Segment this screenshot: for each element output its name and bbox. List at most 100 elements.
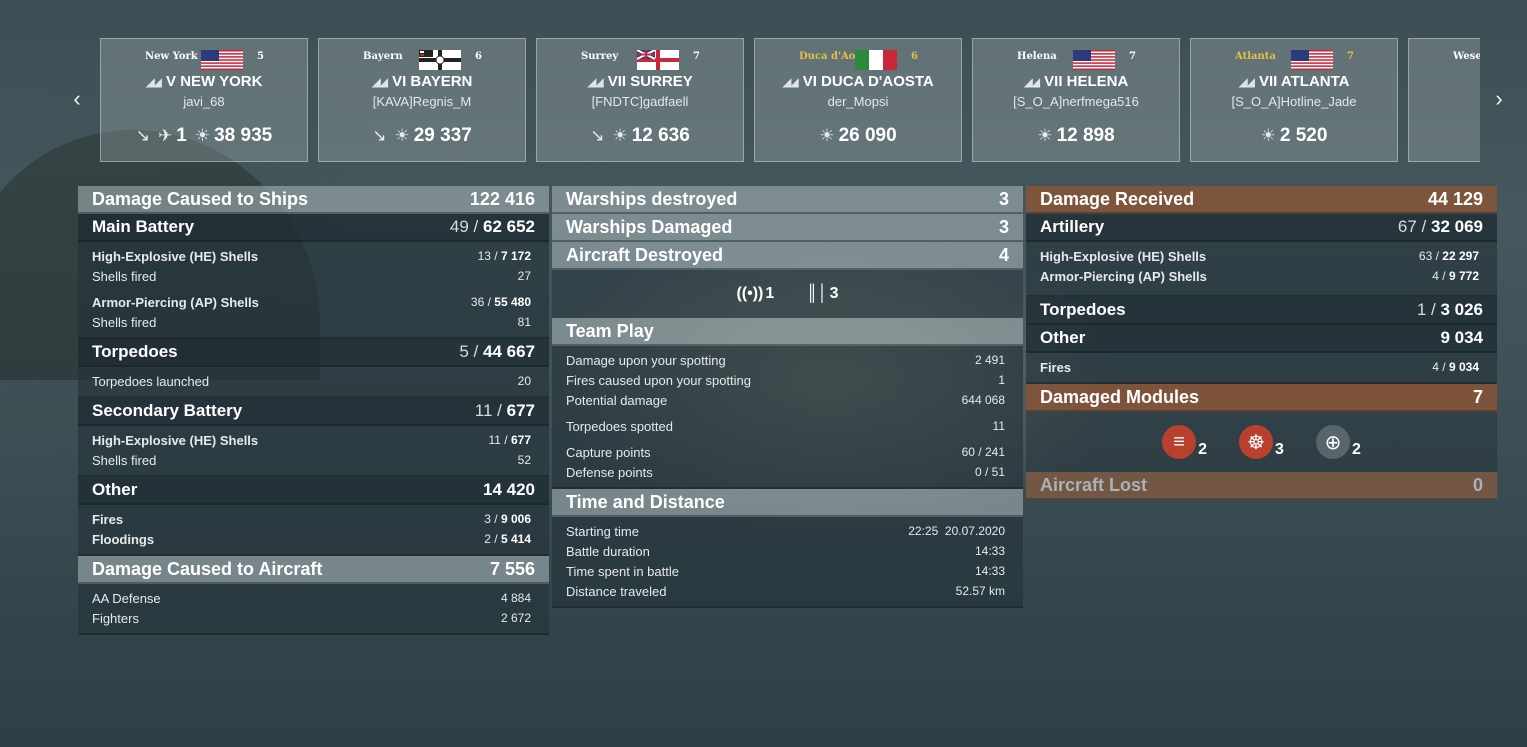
player-name: [S_O_A]nerfmega516 — [1013, 94, 1139, 109]
aa-value: 4 884 — [500, 591, 531, 605]
ship-stat: ☀ 29 337 — [394, 125, 471, 147]
recv-he-value: 22 297 — [1442, 249, 1479, 263]
ship-class-icon: ◢◢ — [145, 75, 163, 89]
capture-points-label: Capture points — [566, 444, 651, 460]
ship-stat: ☀ 26 090 — [819, 125, 896, 147]
torpedoes-section: Torpedoes 5 / 44 667 — [78, 339, 549, 367]
ship-card[interactable]: New York 5 ◢◢ V NEW YORK javi_68 ↘ ✈ 1 ☀ 38 935 — [100, 38, 308, 162]
other-section: Other 14 420 — [78, 477, 549, 505]
aircraft-destroyed-value: 4 — [998, 244, 1009, 265]
other-value: 14 420 — [483, 480, 535, 499]
ship-stats: ☀ 12 898 — [973, 125, 1179, 147]
recv-ap-label: Armor-Piercing (AP) Shells — [1040, 268, 1207, 284]
player-name: [DR- — [1409, 94, 1480, 109]
recv-torpedoes-label: Torpedoes — [1040, 300, 1126, 319]
combat-panel: Warships destroyed 3 Warships Damaged 3 … — [552, 186, 1023, 608]
ship-stat-value: 29 337 — [413, 125, 472, 146]
secondary-hits: 11 — [474, 401, 493, 420]
damage-received-value: 44 129 — [1427, 188, 1483, 209]
ship-stat: ☀ 38 935 — [195, 125, 272, 147]
recv-ap-row: Armor-Piercing (AP) Shells 4 / 9 772 — [1040, 268, 1479, 284]
ship-name: ◢◢ VII SURREY — [587, 73, 693, 90]
floodings-row: Floodings 2 / 5 414 — [92, 531, 531, 547]
ship-stat: ↘ — [372, 126, 386, 146]
targeting-icon: ⊕ — [1315, 425, 1350, 459]
main-battery-hits: 49 — [449, 217, 469, 236]
potential-damage-value: 644 068 — [961, 393, 1005, 407]
ship-short-name: New York — [145, 51, 198, 62]
ship-stat: ☀ 12 636 — [612, 125, 689, 147]
carousel-next-icon[interactable]: › — [1492, 88, 1506, 110]
floodings-hits: 2 — [484, 532, 491, 546]
ship-class-icon: ◢◢ — [587, 75, 604, 89]
ship-name: ◢◢ VI BAYERN — [371, 73, 473, 90]
module-icons-row: ≡ 2 ☸ 3 ⊕ 2 — [1026, 412, 1497, 472]
aircraft-lost-label: Aircraft Lost — [1040, 474, 1148, 495]
ap-label: Armor-Piercing (AP) Shells — [92, 294, 259, 310]
player-name: der_Mopsi — [827, 94, 889, 109]
aircraft-type-1: ((•)) 1 — [736, 285, 774, 303]
ship-card[interactable]: Atlanta 7 ◢◢ VII ATLANTA [S_O_A]Hotline_Jade… — [1190, 38, 1398, 162]
torpedoes-value: 44 667 — [483, 342, 535, 361]
battle-duration-label: Battle duration — [566, 543, 650, 559]
torpedoes-spotted-label: Torpedoes spotted — [566, 418, 673, 434]
ship-card[interactable]: Surrey 7 ◢◢ VII SURREY [FNDTC]gadfaell ↘ ☀ 12 6… — [536, 38, 744, 162]
carousel-prev-icon[interactable]: ‹ — [70, 88, 84, 110]
aircraft-destroyed-label: Aircraft Destroyed — [566, 244, 724, 265]
capture-points-value: 60 / 241 — [961, 445, 1005, 459]
damage-icon: ☀ — [194, 126, 211, 145]
main-battery-label: Main Battery — [92, 217, 195, 236]
ship-tier-number: 7 — [1129, 51, 1136, 62]
ship-stats: ↘ ✈ 1 ☀ 38 935 — [101, 125, 307, 147]
warships-damaged-label: Warships Damaged — [566, 216, 733, 237]
nation-flag-icon — [855, 50, 897, 70]
artillery-rows: High-Explosive (HE) Shells 63 / 22 297 Ar… — [1026, 242, 1497, 297]
secondary-label: Secondary Battery — [92, 401, 243, 420]
steering-gear-module: ☸ 3 — [1239, 425, 1284, 459]
ship-card[interactable]: Bayern 6 ◢◢ VI BAYERN [KAVA]Regnis_M ↘ ☀ 29 337 — [318, 38, 526, 162]
spotting-fires-value: 1 — [998, 373, 1005, 387]
ship-stats: ☀ 26 090 — [755, 125, 961, 147]
team-play-header: Team Play — [552, 318, 1023, 346]
shell-icon: ↘ — [372, 126, 387, 145]
ship-stats: ↘ ☀ 29 337 — [319, 125, 525, 147]
damage-received-header: Damage Received 44 129 — [1026, 186, 1497, 214]
damage-icon: ☀ — [819, 126, 835, 145]
targeting-count: 2 — [1351, 441, 1361, 458]
ship-class-icon: ◢◢ — [1023, 75, 1041, 89]
warships-destroyed-value: 3 — [998, 188, 1009, 209]
nation-flag-icon — [201, 50, 243, 70]
ship-stat-value: 26 090 — [838, 125, 897, 146]
aircraft-lost-header: Aircraft Lost 0 — [1026, 472, 1497, 500]
ship-stats: ↘ ☀ 12 636 — [537, 125, 743, 147]
floodings-value: 5 414 — [500, 532, 531, 546]
aircraft-type-2-value: 3 — [829, 285, 839, 302]
torpedoes-launched-row: Torpedoes launched 20 — [78, 371, 549, 391]
aircraft-type-1-value: 1 — [765, 285, 775, 302]
aircraft-lost-value: 0 — [1472, 474, 1483, 495]
torpedoes-hits: 5 — [459, 342, 469, 361]
time-spent-row: Time spent in battle 14:33 — [552, 561, 1023, 581]
recv-other-label: Other — [1040, 328, 1086, 347]
ship-stat: ☀ 12 898 — [1037, 125, 1114, 147]
damage-aircraft-header: Damage Caused to Aircraft 7 556 — [78, 556, 549, 584]
damage-caused-header: Damage Caused to Ships 122 416 — [78, 186, 549, 214]
ship-card[interactable]: Wese [DR- — [1408, 38, 1480, 162]
ship-card[interactable]: Helena 7 ◢◢ VII HELENA [S_O_A]nerfmega516 ☀ 12… — [972, 38, 1180, 162]
ship-card[interactable]: Duca d'Aosta 6 ◢◢ VI DUCA D'AOSTA der_Mopsi ☀… — [754, 38, 962, 162]
sec-fired-value: 52 — [517, 453, 531, 467]
damage-aircraft-value: 7 556 — [489, 558, 535, 579]
fires-label: Fires — [92, 511, 124, 527]
defense-points-row: Defense points 0 / 51 — [552, 462, 1023, 482]
ship-stat-value: 12 898 — [1056, 125, 1115, 146]
damage-received-panel: Damage Received 44 129 Artillery 67 / 32… — [1026, 186, 1497, 500]
spotting-fires-label: Fires caused upon your spotting — [566, 372, 751, 388]
recv-fires-row: Fires 4 / 9 034 — [1040, 359, 1479, 375]
torpedoes-launched-label: Torpedoes launched — [92, 373, 210, 389]
warships-damaged-value: 3 — [998, 216, 1009, 237]
steering-gear-count: 3 — [1275, 441, 1284, 458]
recv-other-rows: Fires 4 / 9 034 — [1026, 353, 1497, 384]
ship-stat-value: 1 — [176, 125, 187, 146]
nation-flag-icon — [636, 49, 679, 70]
defense-points-label: Defense points — [566, 464, 653, 480]
